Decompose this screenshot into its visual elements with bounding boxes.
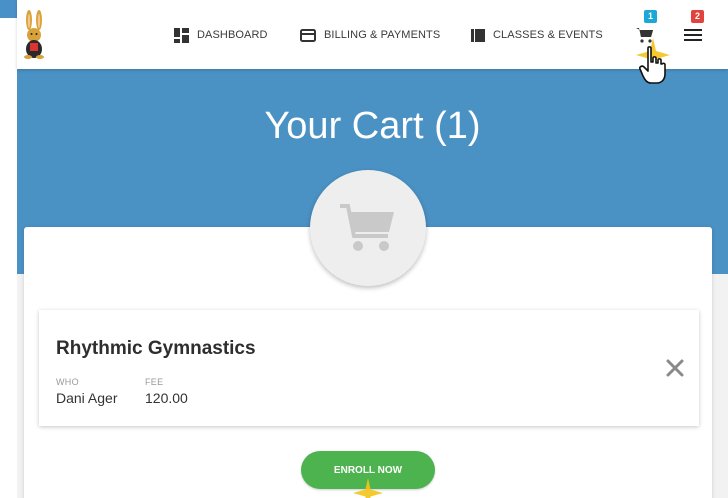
nav-classes-label: CLASSES & EVENTS [493,29,603,41]
cart-count-badge: 1 [644,10,657,23]
cart-circle-badge [310,170,426,286]
fee-value: 120.00 [145,390,188,406]
who-value: Dani Ager [56,390,118,406]
nav-dashboard[interactable]: DASHBOARD [174,26,268,44]
item-title: Rhythmic Gymnastics [56,338,256,359]
navbar: DASHBOARD BILLING & PAYMENTS CLASSES & E… [17,0,728,69]
page-title: Your Cart (1) [264,105,481,147]
dashboard-icon [174,27,189,43]
credit-card-icon [300,28,316,42]
nav-dashboard-label: DASHBOARD [197,29,268,41]
nav-billing-label: BILLING & PAYMENTS [324,29,441,41]
bunny-logo-icon[interactable] [21,10,47,60]
nav-classes-events[interactable]: CLASSES & EVENTS [471,26,603,44]
click-highlight-icon [353,478,383,498]
book-icon [471,28,485,42]
hamburger-menu-icon [684,29,702,41]
remove-item-icon[interactable] [665,358,685,378]
fee-label: FEE [145,377,164,387]
cart-item: Rhythmic Gymnastics WHO Dani Ager FEE 12… [39,310,699,426]
page: DASHBOARD BILLING & PAYMENTS CLASSES & E… [17,0,728,498]
who-label: WHO [56,377,79,387]
menu-notification-badge: 2 [691,10,704,23]
nav-billing-payments[interactable]: BILLING & PAYMENTS [300,26,440,44]
large-cart-icon [340,204,394,251]
hand-pointer-icon [639,46,666,84]
menu-button[interactable]: 2 [683,10,705,46]
